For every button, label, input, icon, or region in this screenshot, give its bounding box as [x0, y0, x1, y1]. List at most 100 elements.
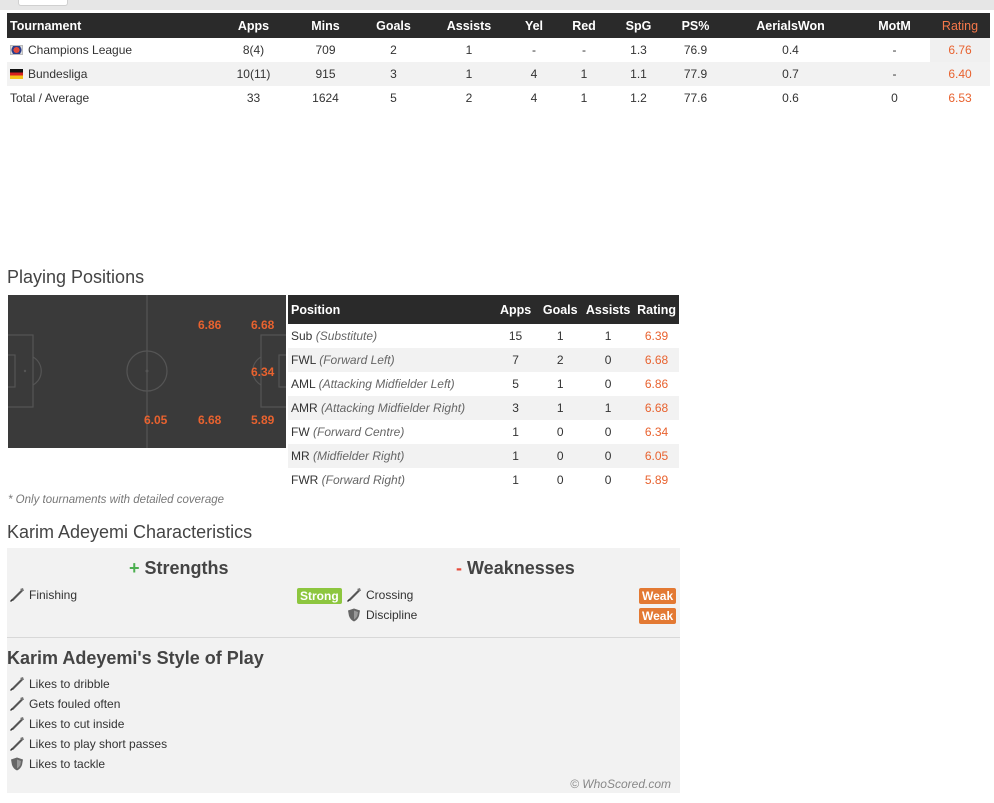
tab-stub[interactable]	[18, 0, 68, 6]
col-rating[interactable]: Rating	[930, 13, 990, 38]
position-code: AMR	[291, 401, 318, 415]
table-row: Champions League 8(4) 709 2 1 - - 1.3 76…	[7, 38, 990, 62]
goals-cell: 1	[556, 377, 564, 391]
positions-table: Position Apps Goals Assists Rating Sub (…	[288, 295, 679, 492]
apps-cell: 7	[492, 348, 539, 372]
col-assists[interactable]: Assists	[430, 13, 508, 38]
champions-league-icon	[10, 45, 23, 55]
col-ps[interactable]: PS%	[669, 13, 722, 38]
goals-cell: 1	[538, 396, 583, 420]
style-of-play-title: Karim Adeyemi's Style of Play	[7, 648, 264, 668]
assists-cell: 0	[604, 377, 612, 391]
weakness-label: Crossing	[366, 588, 414, 602]
col-yel[interactable]: Yel	[508, 13, 560, 38]
goals-cell: 5	[390, 91, 397, 105]
pitch-rating-aml: 6.86	[198, 318, 222, 332]
position-cell: FWR (Forward Right)	[288, 468, 493, 492]
strengths-label: Strengths	[144, 558, 229, 578]
assists-cell: 1	[430, 62, 508, 86]
mins-cell: 709	[315, 43, 336, 57]
assists-cell: 1	[465, 43, 473, 57]
mins-cell: 915	[294, 62, 357, 86]
position-code: MR	[291, 449, 310, 463]
rating-cell: 6.39	[644, 329, 669, 343]
rating-cell: 6.86	[644, 377, 669, 391]
playing-positions-title: Playing Positions	[7, 267, 145, 287]
apps-cell: 5	[512, 377, 519, 391]
col-rating[interactable]: Rating	[634, 295, 679, 324]
table-row: Bundesliga 10(11) 915 3 1 4 1 1.1 77.9 0…	[7, 62, 990, 86]
strength-label: Finishing	[29, 588, 78, 602]
tournament-summary-table: Tournament Apps Mins Goals Assists Yel R…	[7, 13, 990, 110]
style-item: Likes to tackle	[9, 757, 105, 771]
col-motm[interactable]: MotM	[859, 13, 930, 38]
position-desc: (Forward Centre)	[313, 425, 405, 439]
position-desc: (Forward Left)	[319, 353, 395, 367]
style-item: Gets fouled often	[9, 697, 120, 711]
col-mins[interactable]: Mins	[294, 13, 357, 38]
table-row: FWL (Forward Left) 7 2 0 6.68	[288, 348, 679, 372]
rating-cell: 6.34	[644, 425, 669, 439]
col-aerials[interactable]: AerialsWon	[722, 13, 859, 38]
tournament-cell[interactable]: Champions League	[7, 38, 213, 62]
position-desc: (Attacking Midfielder Right)	[321, 401, 466, 415]
total-row: Total / Average 33 1624 5 2 4 1 1.2 77.6…	[7, 86, 990, 110]
ps-cell: 76.9	[683, 43, 708, 57]
col-red[interactable]: Red	[560, 13, 608, 38]
position-cell: FWL (Forward Left)	[288, 348, 493, 372]
table-row: MR (Midfielder Right) 1 0 0 6.05	[288, 444, 679, 468]
goals-cell: 0	[556, 473, 564, 487]
weakness-label: Discipline	[366, 608, 418, 622]
pitch-rating-amr: 6.68	[198, 413, 222, 427]
weaknesses-label: Weaknesses	[467, 558, 575, 578]
goals-cell: 0	[556, 425, 564, 439]
goals-cell: 3	[357, 62, 430, 86]
position-code: FWR	[291, 473, 319, 487]
pitch-rating-fwl: 6.68	[251, 318, 275, 332]
position-cell: AMR (Attacking Midfielder Right)	[288, 396, 493, 420]
col-goals[interactable]: Goals	[538, 295, 583, 324]
red-cell: 1	[580, 91, 588, 105]
shield-icon	[9, 757, 25, 771]
table-row: FWR (Forward Right) 1 0 0 5.89	[288, 468, 679, 492]
position-desc: (Midfielder Right)	[313, 449, 405, 463]
previous-section-strip	[0, 0, 994, 10]
ps-cell: 77.9	[669, 62, 722, 86]
divider	[7, 637, 680, 638]
pitch-rating-mr: 6.05	[144, 413, 168, 427]
tournament-name: Bundesliga	[28, 67, 88, 81]
col-goals[interactable]: Goals	[357, 13, 430, 38]
rating-cell: 5.89	[644, 473, 669, 487]
position-code: FWL	[291, 353, 316, 367]
col-apps[interactable]: Apps	[213, 13, 294, 38]
position-cell: MR (Midfielder Right)	[288, 444, 493, 468]
rating-cell: 6.68	[634, 396, 679, 420]
col-tournament[interactable]: Tournament	[7, 13, 213, 38]
total-label: Total / Average	[10, 91, 90, 105]
col-position[interactable]: Position	[288, 295, 493, 324]
position-code: FW	[291, 425, 310, 439]
col-spg[interactable]: SpG	[608, 13, 669, 38]
boot-icon	[9, 737, 25, 751]
weaknesses-heading: - Weaknesses	[456, 558, 575, 579]
spg-cell: 1.3	[630, 43, 647, 57]
style-label: Likes to cut inside	[29, 717, 125, 731]
table-row: AMR (Attacking Midfielder Right) 3 1 1 6.68	[288, 396, 679, 420]
position-desc: (Substitute)	[315, 329, 378, 343]
tournament-cell[interactable]: Bundesliga	[7, 62, 213, 86]
assists-cell: 1	[582, 396, 635, 420]
goals-cell: 0	[538, 444, 583, 468]
weakness-level-badge: Weak	[639, 588, 677, 604]
position-code: AML	[291, 377, 316, 391]
col-assists[interactable]: Assists	[582, 295, 635, 324]
col-apps[interactable]: Apps	[492, 295, 539, 324]
boot-icon	[9, 717, 25, 731]
tournament-name: Champions League	[28, 43, 133, 57]
style-label: Gets fouled often	[29, 697, 121, 711]
weakness-level-badge: Weak	[639, 608, 677, 624]
minus-sign: -	[456, 558, 462, 578]
motm-cell: -	[859, 62, 930, 86]
style-item: Likes to dribble	[9, 677, 110, 691]
rating-cell: 6.76	[930, 38, 990, 62]
red-cell: 1	[560, 62, 608, 86]
